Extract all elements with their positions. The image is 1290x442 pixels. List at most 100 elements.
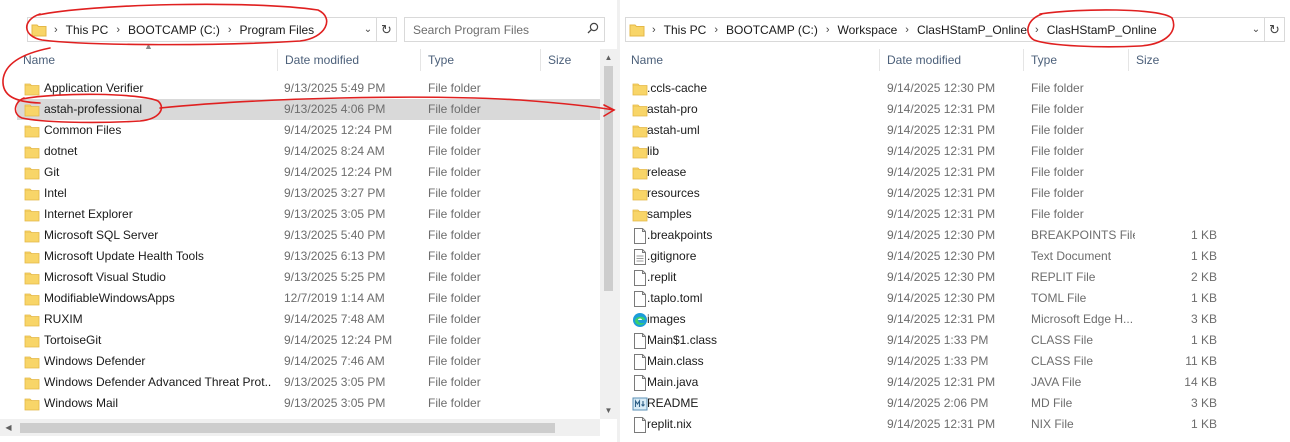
file-size: [545, 372, 595, 393]
file-row[interactable]: TortoiseGit 9/14/2025 12:24 PM File folder: [17, 330, 600, 351]
file-row[interactable]: .gitignore 9/14/2025 12:30 PM Text Documen…: [625, 246, 1225, 267]
file-type: File folder: [428, 81, 481, 95]
file-row[interactable]: ModifiableWindowsApps 12/7/2019 1:14 AM Fi…: [17, 288, 600, 309]
vertical-scrollbar[interactable]: [1222, 49, 1242, 419]
scroll-thumb[interactable]: [604, 66, 613, 291]
chevron-right-icon: ›: [652, 23, 656, 36]
file-row[interactable]: RUXIM 9/14/2025 7:48 AM File folder: [17, 309, 600, 330]
file-row[interactable]: samples 9/14/2025 12:31 PM File folder: [625, 204, 1225, 225]
folder-icon: [24, 249, 40, 265]
file-name: Main.java: [647, 375, 699, 389]
markdown-file-icon: [632, 396, 648, 412]
column-size[interactable]: Size: [1129, 49, 1219, 71]
file-row[interactable]: Microsoft SQL Server 9/13/2025 5:40 PM Fil…: [17, 225, 600, 246]
breadcrumb-project-subfolder[interactable]: ClasHStamP_Online: [1043, 23, 1161, 37]
file-row[interactable]: lib 9/14/2025 12:31 PM File folder: [625, 141, 1225, 162]
file-name: Internet Explorer: [44, 207, 133, 221]
file-date-modified: 9/14/2025 12:24 PM: [284, 333, 393, 347]
column-size[interactable]: Size: [541, 49, 601, 71]
address-bar[interactable]: › This PC › BOOTCAMP (C:) › Workspace › …: [625, 17, 1285, 42]
file-row[interactable]: .ccls-cache 9/14/2025 12:30 PM File folder: [625, 78, 1225, 99]
file-name: replit.nix: [647, 417, 692, 431]
breadcrumb-program-files[interactable]: Program Files: [235, 23, 318, 37]
file-row[interactable]: astah-uml 9/14/2025 12:31 PM File folder: [625, 120, 1225, 141]
file-row[interactable]: dotnet 9/14/2025 8:24 AM File folder: [17, 141, 600, 162]
folder-icon: [632, 207, 648, 223]
file-row[interactable]: .taplo.toml 9/14/2025 12:30 PM TOML File 1 …: [625, 288, 1225, 309]
file-name: Intel: [44, 186, 67, 200]
file-size: [545, 309, 595, 330]
breadcrumb-drive[interactable]: BOOTCAMP (C:): [722, 23, 822, 37]
folder-icon: [626, 23, 648, 37]
refresh-icon[interactable]: ↻: [376, 18, 396, 41]
file-name: release: [647, 165, 687, 179]
file-size: [1137, 141, 1217, 162]
file-type: File folder: [428, 228, 481, 242]
file-row[interactable]: replit.nix 9/14/2025 12:31 PM NIX File 1 KB: [625, 414, 1225, 435]
horizontal-scrollbar[interactable]: ◀: [0, 419, 600, 436]
file-row[interactable]: Common Files 9/14/2025 12:24 PM File folde…: [17, 120, 600, 141]
chevron-down-icon[interactable]: ⌄: [1248, 24, 1264, 35]
file-row[interactable]: .breakpoints 9/14/2025 12:30 PM BREAKPOINT…: [625, 225, 1225, 246]
file-name: resources: [647, 186, 700, 200]
search-icon[interactable]: [582, 22, 604, 37]
column-type[interactable]: Type: [1024, 49, 1129, 71]
file-row[interactable]: Application Verifier 9/13/2025 5:49 PM Fil…: [17, 78, 600, 99]
breadcrumb-this-pc[interactable]: This PC: [660, 23, 711, 37]
file-name: TortoiseGit: [44, 333, 102, 347]
file-row[interactable]: Main.java 9/14/2025 12:31 PM JAVA File 14 K…: [625, 372, 1225, 393]
file-icon: [632, 227, 648, 244]
search-box[interactable]: [404, 17, 605, 42]
file-row[interactable]: .replit 9/14/2025 12:30 PM REPLIT File 2 KB: [625, 267, 1225, 288]
text-file-icon: [632, 248, 648, 265]
file-row[interactable]: release 9/14/2025 12:31 PM File folder: [625, 162, 1225, 183]
file-row[interactable]: astah-professional 9/13/2025 4:06 PM File …: [17, 99, 600, 120]
address-bar[interactable]: › This PC › BOOTCAMP (C:) › Program File…: [27, 17, 397, 42]
file-size: [545, 141, 595, 162]
file-row[interactable]: Git 9/14/2025 12:24 PM File folder: [17, 162, 600, 183]
scroll-thumb[interactable]: [20, 423, 555, 433]
folder-icon: [632, 165, 648, 181]
refresh-icon[interactable]: ↻: [1264, 18, 1284, 41]
file-row[interactable]: Windows Mail 9/13/2025 3:05 PM File folder: [17, 393, 600, 414]
file-date-modified: 9/14/2025 12:31 PM: [887, 207, 996, 221]
file-row[interactable]: Microsoft Update Health Tools 9/13/2025 6…: [17, 246, 600, 267]
file-row[interactable]: Microsoft Visual Studio 9/13/2025 5:25 PM…: [17, 267, 600, 288]
folder-icon: [24, 291, 40, 307]
file-type: File folder: [1031, 186, 1084, 200]
file-date-modified: 9/14/2025 12:31 PM: [887, 312, 996, 326]
scroll-down-icon[interactable]: ▼: [600, 402, 617, 419]
file-row[interactable]: Internet Explorer 9/13/2025 3:05 PM File f…: [17, 204, 600, 225]
file-row[interactable]: Main$1.class 9/14/2025 1:33 PM CLASS File 1…: [625, 330, 1225, 351]
file-name: astah-uml: [647, 123, 700, 137]
breadcrumb-drive[interactable]: BOOTCAMP (C:): [124, 23, 224, 37]
file-date-modified: 9/14/2025 12:30 PM: [887, 81, 996, 95]
file-name: dotnet: [44, 144, 78, 158]
chevron-down-icon[interactable]: ⌄: [360, 24, 376, 35]
file-row[interactable]: Windows Defender 9/14/2025 7:46 AM File fo…: [17, 351, 600, 372]
file-row[interactable]: README 9/14/2025 2:06 PM MD File 3 KB: [625, 393, 1225, 414]
column-date-modified[interactable]: Date modified: [880, 49, 1024, 71]
column-name[interactable]: Name: [624, 49, 880, 71]
file-row[interactable]: Windows Defender Advanced Threat Prot...…: [17, 372, 600, 393]
vertical-scrollbar[interactable]: ▲ ▼: [600, 49, 617, 419]
file-row[interactable]: images 9/14/2025 12:31 PM Microsoft Edge H…: [625, 309, 1225, 330]
file-type: JAVA File: [1031, 375, 1082, 389]
search-input[interactable]: [413, 22, 582, 37]
file-row[interactable]: Intel 9/13/2025 3:27 PM File folder: [17, 183, 600, 204]
column-date-modified[interactable]: Date modified: [278, 49, 421, 71]
breadcrumb-workspace[interactable]: Workspace: [833, 23, 901, 37]
scroll-up-icon[interactable]: ▲: [600, 49, 617, 66]
column-type[interactable]: Type: [421, 49, 541, 71]
file-icon: [632, 353, 648, 370]
file-date-modified: 9/14/2025 7:48 AM: [284, 312, 385, 326]
scroll-left-icon[interactable]: ◀: [0, 419, 17, 436]
file-row[interactable]: Main.class 9/14/2025 1:33 PM CLASS File 11 …: [625, 351, 1225, 372]
file-date-modified: 9/13/2025 4:06 PM: [284, 102, 386, 116]
file-icon: [632, 269, 648, 286]
file-row[interactable]: astah-pro 9/14/2025 12:31 PM File folder: [625, 99, 1225, 120]
breadcrumb-this-pc[interactable]: This PC: [62, 23, 113, 37]
breadcrumb-project[interactable]: ClasHStamP_Online: [913, 23, 1031, 37]
column-name[interactable]: Name: [16, 49, 278, 71]
file-row[interactable]: resources 9/14/2025 12:31 PM File folder: [625, 183, 1225, 204]
